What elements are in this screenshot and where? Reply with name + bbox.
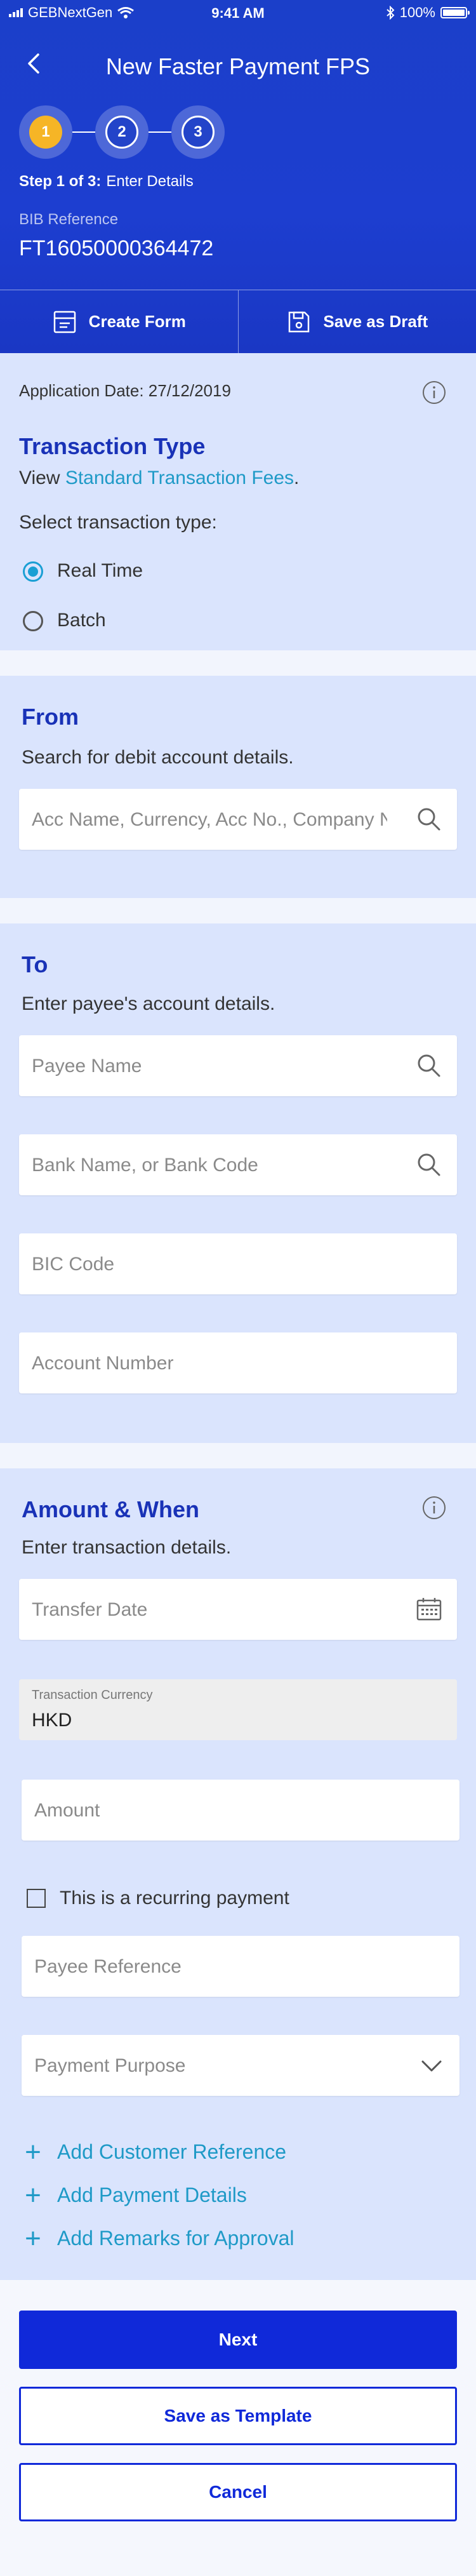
info-icon[interactable]: [421, 380, 447, 405]
next-button[interactable]: Next: [19, 2311, 457, 2369]
radio-real-time-label[interactable]: Real Time: [57, 560, 143, 582]
amount-title: Amount & When: [22, 1496, 199, 1522]
bic-code-placeholder: BIC Code: [32, 1254, 115, 1275]
add-customer-reference-link[interactable]: + Add Customer Reference: [23, 2136, 287, 2168]
plus-icon: +: [25, 2179, 41, 2211]
step-connector: [149, 131, 171, 133]
save-draft-label: Save as Draft: [323, 312, 428, 331]
search-icon[interactable]: [414, 1150, 444, 1180]
payment-purpose-select[interactable]: Payment Purpose: [22, 2035, 459, 2096]
bic-code-input[interactable]: BIC Code: [19, 1233, 457, 1294]
from-subtitle: Search for debit account details.: [22, 747, 294, 768]
step-name: Enter Details: [106, 173, 194, 190]
save-icon: [289, 311, 310, 332]
recurring-checkbox[interactable]: [27, 1889, 46, 1908]
application-date: Application Date: 27/12/2019: [19, 381, 231, 400]
transaction-type-section: Application Date: 27/12/2019 Transaction…: [0, 353, 476, 650]
radio-batch[interactable]: [23, 611, 43, 631]
account-number-placeholder: Account Number: [32, 1353, 174, 1374]
step-1-number: 1: [29, 116, 62, 149]
chevron-down-icon: [421, 2060, 442, 2072]
currency-value: HKD: [32, 1710, 72, 1731]
battery-icon: [440, 7, 470, 18]
step-connector: [72, 131, 95, 133]
step-indicator: 1 2 3: [19, 105, 225, 159]
select-type-label: Select transaction type:: [19, 512, 217, 533]
step-3: 3: [171, 105, 225, 159]
bank-name-placeholder: Bank Name, or Bank Code: [32, 1155, 258, 1176]
status-time: 9:41 AM: [211, 5, 265, 21]
fees-text: View Standard Transaction Fees.: [19, 467, 299, 489]
footer-actions: Next Save as Template Cancel: [0, 2280, 476, 2576]
bank-name-input[interactable]: Bank Name, or Bank Code: [19, 1134, 457, 1195]
view-text: View: [19, 467, 65, 488]
calendar-icon[interactable]: [414, 1594, 444, 1625]
step-count: Step 1 of 3:: [19, 173, 102, 190]
from-title: From: [22, 704, 79, 730]
transaction-currency-field: Transaction Currency HKD: [19, 1679, 457, 1740]
save-draft-button[interactable]: Save as Draft: [237, 290, 476, 353]
add-payment-details-link[interactable]: + Add Payment Details: [23, 2179, 247, 2211]
to-subtitle: Enter payee's account details.: [22, 993, 275, 1014]
step-1: 1: [19, 105, 72, 159]
account-number-input[interactable]: Account Number: [19, 1332, 457, 1393]
radio-real-time[interactable]: [23, 561, 43, 582]
step-caption: Step 1 of 3: Enter Details: [19, 173, 194, 191]
amount-placeholder: Amount: [34, 1800, 100, 1821]
payee-reference-input[interactable]: Payee Reference: [22, 1936, 459, 1997]
payment-purpose-placeholder: Payment Purpose: [34, 2055, 186, 2076]
add-payment-details-label: Add Payment Details: [57, 2184, 247, 2206]
debit-account-search-input[interactable]: Acc Name, Currency, Acc No., Company Nam…: [19, 789, 457, 850]
radio-batch-label[interactable]: Batch: [57, 610, 106, 631]
step-3-number: 3: [182, 116, 215, 149]
recurring-label[interactable]: This is a recurring payment: [60, 1888, 289, 1909]
save-as-template-button[interactable]: Save as Template: [19, 2387, 457, 2445]
create-form-button[interactable]: Create Form: [0, 290, 238, 353]
plus-icon: +: [25, 2136, 41, 2168]
reference-label: BIB Reference: [19, 211, 119, 228]
fees-link[interactable]: Standard Transaction Fees: [65, 467, 294, 488]
amount-subtitle: Enter transaction details.: [22, 1537, 232, 1558]
payee-reference-placeholder: Payee Reference: [34, 1956, 182, 1977]
from-section: From Search for debit account details. A…: [0, 676, 476, 898]
amount-section: Amount & When Enter transaction details.…: [0, 1468, 476, 2280]
form-icon: [53, 311, 76, 333]
add-remarks-link[interactable]: + Add Remarks for Approval: [23, 2222, 294, 2254]
transfer-date-placeholder: Transfer Date: [32, 1599, 148, 1620]
status-bar: GEBNextGen 9:41 AM 100%: [0, 0, 476, 25]
header-actions: Create Form Save as Draft: [0, 290, 476, 353]
step-2: 2: [95, 105, 149, 159]
search-icon[interactable]: [414, 1050, 444, 1081]
header: GEBNextGen 9:41 AM 100% New Faster Payme…: [0, 0, 476, 353]
step-2-number: 2: [105, 116, 138, 149]
plus-icon: +: [25, 2222, 41, 2254]
search-placeholder: Acc Name, Currency, Acc No., Company Nam…: [32, 809, 387, 830]
add-customer-reference-label: Add Customer Reference: [57, 2140, 287, 2163]
transfer-date-input[interactable]: Transfer Date: [19, 1579, 457, 1640]
payee-name-placeholder: Payee Name: [32, 1056, 142, 1077]
reference-value: FT16050000364472: [19, 236, 214, 260]
info-icon[interactable]: [421, 1495, 447, 1520]
currency-label: Transaction Currency: [32, 1688, 153, 1702]
amount-input[interactable]: Amount: [22, 1780, 459, 1841]
create-form-label: Create Form: [88, 312, 186, 331]
to-section: To Enter payee's account details. Payee …: [0, 923, 476, 1443]
transaction-type-title: Transaction Type: [19, 433, 206, 459]
period: .: [294, 467, 300, 488]
cancel-button[interactable]: Cancel: [19, 2463, 457, 2521]
search-icon[interactable]: [414, 804, 444, 835]
add-remarks-label: Add Remarks for Approval: [57, 2227, 294, 2250]
payee-name-input[interactable]: Payee Name: [19, 1035, 457, 1096]
page-title: New Faster Payment FPS: [105, 53, 371, 79]
to-title: To: [22, 951, 48, 977]
